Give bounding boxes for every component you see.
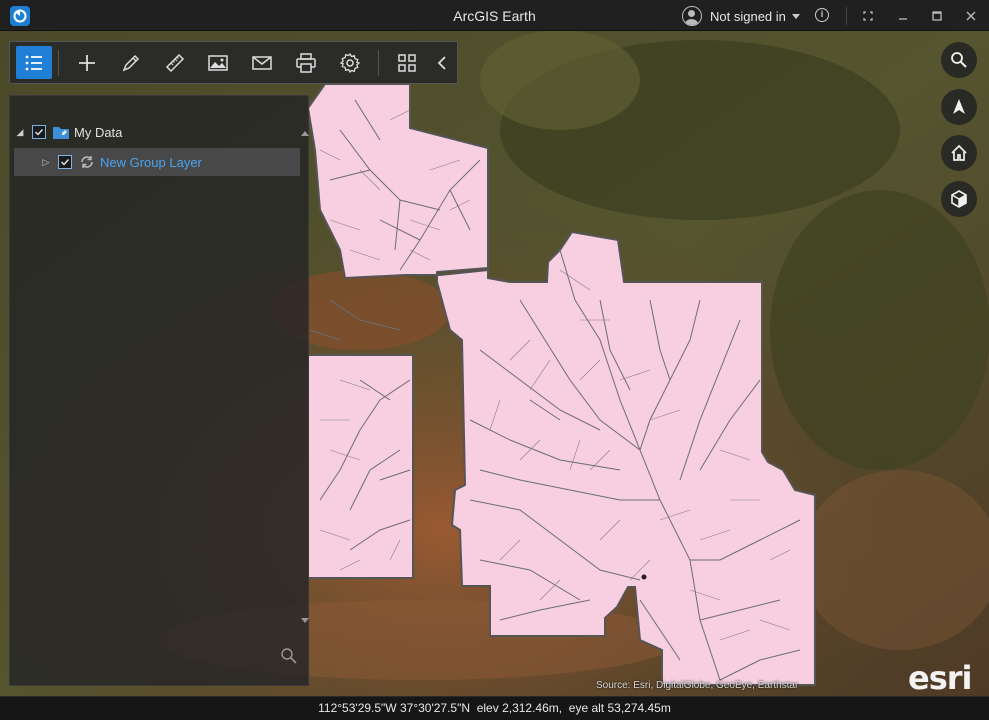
user-menu-button[interactable]: Not signed in: [682, 5, 800, 27]
map-attribution: Source: Esri, DigitalGlobe, GeoEye, Eart…: [596, 680, 799, 691]
title-separator: [846, 7, 847, 25]
tree-item-label: New Group Layer: [100, 154, 202, 170]
main-toolbar: [9, 41, 458, 84]
title-bar: ArcGIS Earth Not signed in i: [0, 0, 989, 31]
home-icon[interactable]: [941, 135, 977, 171]
maximize-button[interactable]: [927, 6, 947, 26]
panel-scrollbar[interactable]: [300, 96, 309, 685]
3d-view-icon[interactable]: [941, 181, 977, 217]
fullscreen-button[interactable]: [858, 6, 878, 26]
chevron-down-icon: [791, 13, 800, 19]
coordinate-readout: 112°53'29.5"W 37°30'27.5"N: [318, 701, 471, 715]
search-icon[interactable]: [941, 42, 977, 78]
image-icon[interactable]: [197, 42, 241, 83]
add-icon[interactable]: [65, 42, 109, 83]
settings-icon[interactable]: [328, 42, 372, 83]
tree-item-new-group-layer[interactable]: ▷ New Group Layer: [14, 148, 300, 176]
grid-icon[interactable]: [385, 42, 429, 83]
refresh-icon: [78, 154, 96, 170]
draw-icon[interactable]: [109, 42, 153, 83]
status-bar: 112°53'29.5"W 37°30'27.5"N elev 2,312.46…: [0, 696, 989, 720]
collapse-icon[interactable]: [428, 42, 457, 83]
window-title: ArcGIS Earth: [453, 8, 536, 24]
toolbar-separator: [58, 49, 60, 76]
search-icon[interactable]: [280, 647, 298, 665]
tree-item-label: My Data: [74, 124, 123, 140]
eye-altitude-readout: eye alt 53,274.45m: [568, 701, 671, 715]
mail-icon[interactable]: [240, 42, 284, 83]
user-avatar-icon: [682, 6, 702, 26]
minimize-button[interactable]: [893, 6, 913, 26]
compass-icon[interactable]: [941, 89, 977, 125]
elevation-readout: elev 2,312.46m,: [476, 701, 563, 715]
esri-logo: esri: [908, 659, 972, 697]
layers-icon[interactable]: [16, 46, 53, 79]
info-icon[interactable]: i: [815, 8, 829, 22]
folder-icon: [52, 124, 70, 140]
layer-panel: ◢ My Data ▷ New Group Layer: [9, 95, 309, 686]
print-icon[interactable]: [284, 42, 328, 83]
expand-down-icon[interactable]: ◢: [14, 126, 26, 138]
measure-icon[interactable]: [153, 42, 197, 83]
scroll-down-icon[interactable]: [301, 618, 309, 623]
arcgis-earth-logo-icon: [10, 6, 30, 26]
tree-item-my-data[interactable]: ◢ My Data: [14, 118, 123, 146]
my-data-checkbox[interactable]: [32, 125, 46, 139]
close-button[interactable]: [961, 6, 981, 26]
toolbar-separator: [377, 49, 379, 76]
scroll-up-icon[interactable]: [301, 131, 309, 136]
expand-right-icon[interactable]: ▷: [40, 156, 52, 168]
group-layer-checkbox[interactable]: [58, 155, 72, 169]
user-label: Not signed in: [710, 8, 786, 24]
